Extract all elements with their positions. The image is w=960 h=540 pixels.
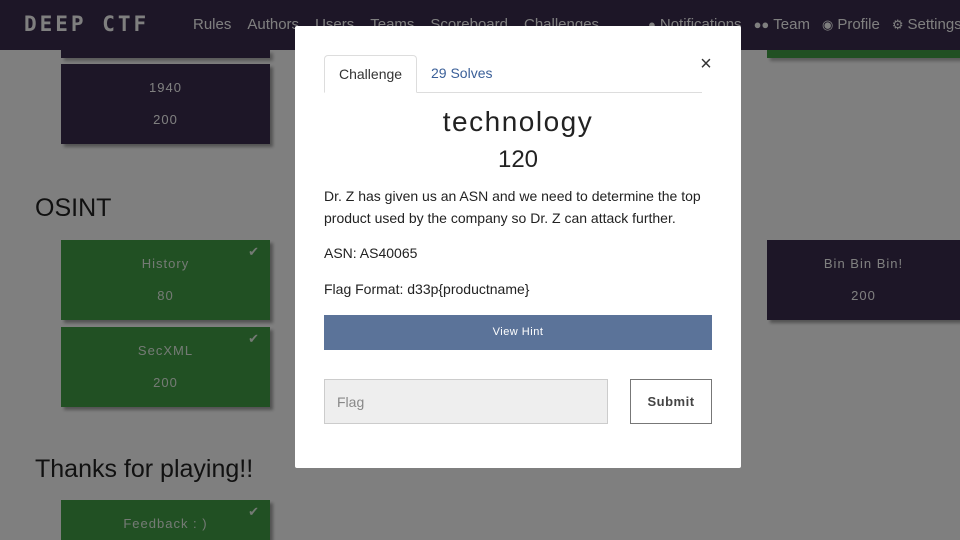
challenge-description: Dr. Z has given us an ASN and we need to… (324, 188, 701, 226)
challenge-flag-format: Flag Format: d33p{productname} (324, 281, 530, 297)
challenge-name: technology (442, 106, 594, 137)
view-hint-button[interactable]: View Hint (324, 315, 712, 350)
modal-tabs: Challenge 29 Solves (324, 55, 702, 93)
tab-solves[interactable]: 29 Solves (417, 55, 506, 93)
challenge-value: 120 (497, 146, 539, 173)
flag-input[interactable] (324, 379, 608, 424)
challenge-asn: ASN: AS40065 (324, 245, 418, 261)
submit-button[interactable]: Submit (630, 379, 712, 424)
tab-challenge[interactable]: Challenge (324, 55, 418, 93)
